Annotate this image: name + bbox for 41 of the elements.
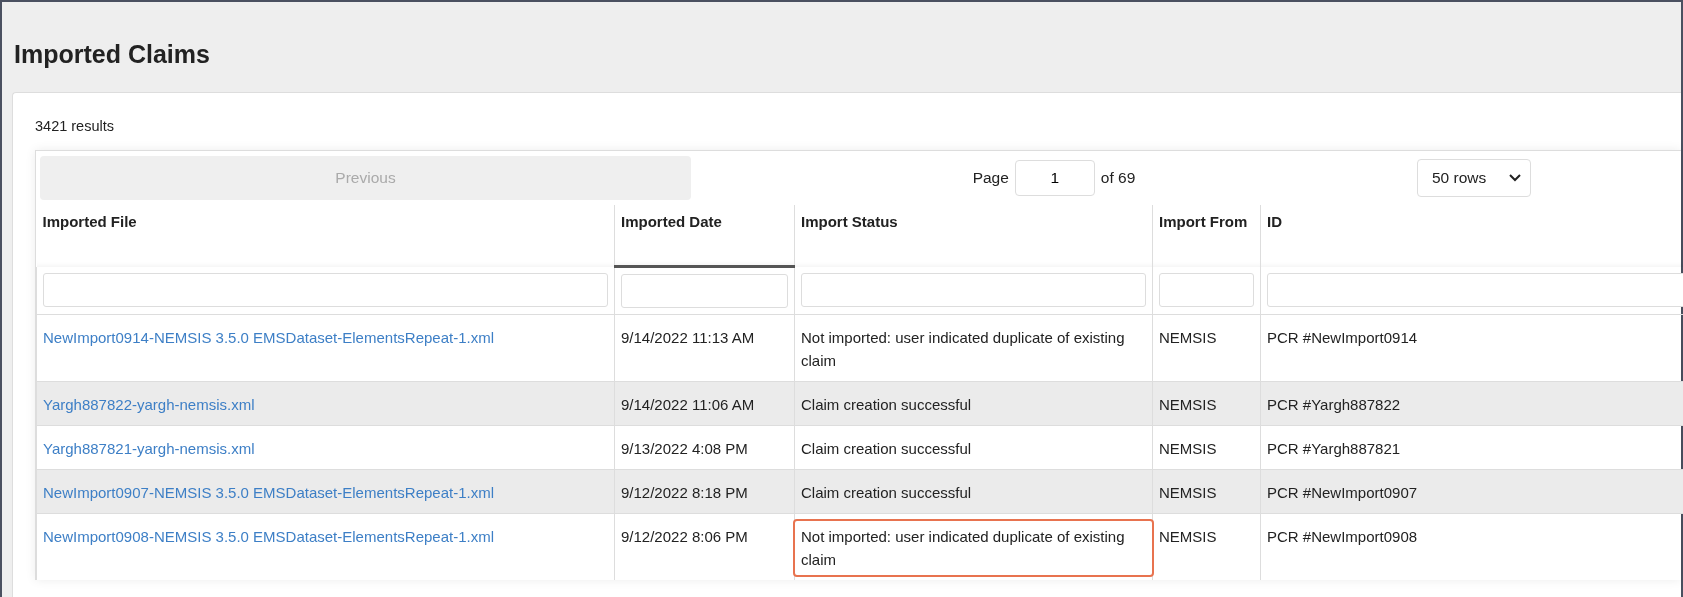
filter-field[interactable]: [801, 273, 1146, 308]
rows-per-page-select[interactable]: 50 rows: [1417, 159, 1531, 197]
status-cell: Claim creation successful: [801, 484, 972, 501]
file-link[interactable]: Yargh887822-yargh-nemsis.xml: [43, 396, 255, 413]
id-cell: PCR #NewImport0907: [1267, 484, 1418, 501]
column-header[interactable]: Imported Date: [614, 205, 795, 267]
results-count: 3421 results: [35, 118, 114, 134]
date-cell: 9/14/2022 11:13 AM: [621, 329, 755, 346]
filter-field[interactable]: [1159, 273, 1254, 308]
status-cell: Not imported: user indicated duplicate of existing claim: [801, 329, 1125, 369]
source-cell: NEMSIS: [1159, 440, 1217, 457]
filter-field[interactable]: [43, 273, 608, 308]
source-cell: NEMSIS: [1159, 484, 1217, 501]
column-header[interactable]: Import Status: [794, 205, 1153, 267]
file-link[interactable]: NewImport0914-NEMSIS 3.5.0 EMSDataset-ElementsRepeat-1.xml: [43, 329, 494, 346]
id-cell: PCR #Yargh887821: [1267, 440, 1401, 457]
status-cell: Not imported: user indicated duplicate of existing claim: [795, 521, 1152, 575]
chevron-down-icon: [1508, 173, 1522, 183]
source-cell: NEMSIS: [1159, 528, 1217, 545]
column-header[interactable]: Import From: [1152, 205, 1261, 267]
filter-field[interactable]: [1267, 273, 1683, 308]
status-cell: Claim creation successful: [801, 440, 972, 457]
file-link[interactable]: Yargh887821-yargh-nemsis.xml: [43, 440, 255, 457]
page-label: Page: [972, 169, 1009, 187]
file-link[interactable]: NewImport0908-NEMSIS 3.5.0 EMSDataset-ElementsRepeat-1.xml: [43, 528, 494, 545]
date-cell: 9/13/2022 4:08 PM: [621, 440, 748, 457]
page-total: of 69: [1100, 169, 1136, 187]
id-cell: PCR #NewImport0908: [1267, 528, 1418, 545]
id-cell: PCR #Yargh887822: [1267, 396, 1401, 413]
source-cell: NEMSIS: [1159, 329, 1217, 346]
column-header[interactable]: ID: [1260, 205, 1683, 267]
date-cell: 9/12/2022 8:18 PM: [621, 484, 748, 501]
column-header[interactable]: Imported File: [36, 205, 615, 267]
id-cell: PCR #NewImport0914: [1267, 329, 1418, 346]
date-cell: 9/14/2022 11:06 AM: [621, 396, 755, 413]
page-title: Imported Claims: [13, 39, 211, 70]
page-number-field[interactable]: 1: [1014, 160, 1095, 196]
source-cell: NEMSIS: [1159, 396, 1217, 413]
filter-field[interactable]: [621, 274, 788, 308]
date-cell: 9/12/2022 8:06 PM: [621, 528, 748, 545]
status-cell: Claim creation successful: [801, 396, 972, 413]
